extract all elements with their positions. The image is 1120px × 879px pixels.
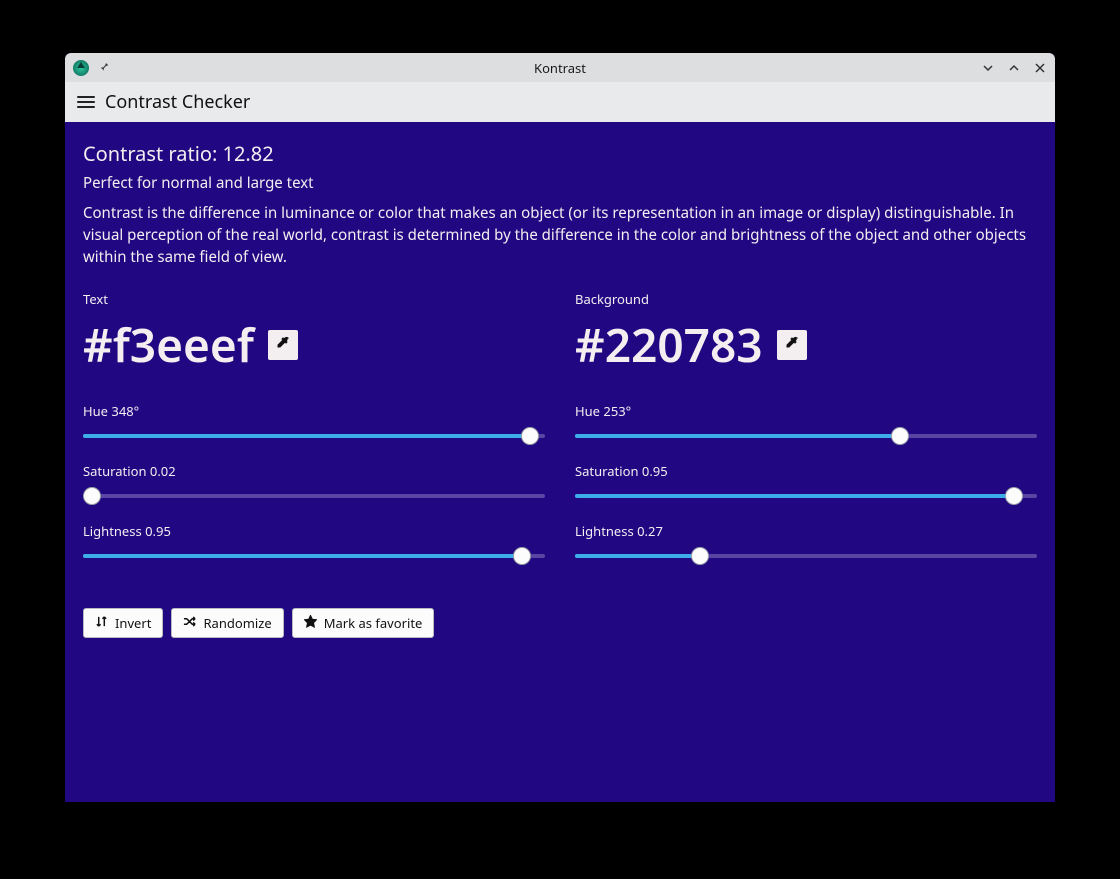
background-color-picker-button[interactable] — [777, 330, 807, 360]
text-color-panel: Text #f3eeef Hue 348° Satu — [83, 290, 545, 582]
contrast-verdict: Perfect for normal and large text — [83, 173, 1037, 193]
bg-lightness-group: Lightness 0.27 — [575, 522, 1037, 564]
text-color-hex[interactable]: #f3eeef — [83, 314, 254, 376]
randomize-label: Randomize — [203, 614, 271, 632]
invert-button[interactable]: Invert — [83, 608, 163, 638]
eyedropper-icon — [275, 334, 291, 356]
text-hue-label: Hue 348° — [83, 402, 545, 420]
app-icon — [73, 60, 89, 76]
contrast-description: Contrast is the difference in luminance … — [83, 203, 1037, 268]
shuffle-icon — [183, 614, 196, 632]
star-icon — [304, 614, 317, 632]
background-color-panel: Background #220783 Hue 253° — [575, 290, 1037, 582]
text-saturation-slider[interactable] — [83, 488, 545, 504]
contrast-ratio: Contrast ratio: 12.82 — [83, 140, 1037, 167]
bg-hue-group: Hue 253° — [575, 402, 1037, 444]
text-lightness-slider[interactable] — [83, 548, 545, 564]
text-saturation-group: Saturation 0.02 — [83, 462, 545, 504]
page-title: Contrast Checker — [105, 90, 250, 114]
close-icon[interactable] — [1033, 57, 1047, 79]
text-hue-slider[interactable] — [83, 428, 545, 444]
swap-icon — [95, 614, 108, 632]
minimize-icon[interactable] — [981, 57, 995, 79]
contrast-ratio-label: Contrast ratio: — [83, 140, 223, 167]
background-color-hex[interactable]: #220783 — [575, 314, 763, 376]
toolbar: Contrast Checker — [65, 82, 1055, 122]
titlebar[interactable]: Kontrast — [65, 53, 1055, 82]
favorite-label: Mark as favorite — [324, 614, 423, 632]
bg-lightness-slider[interactable] — [575, 548, 1037, 564]
text-color-picker-button[interactable] — [268, 330, 298, 360]
text-color-label: Text — [83, 290, 545, 308]
text-lightness-label: Lightness 0.95 — [83, 522, 545, 540]
content-area: Contrast ratio: 12.82 Perfect for normal… — [65, 122, 1055, 802]
bg-hue-slider[interactable] — [575, 428, 1037, 444]
bg-lightness-label: Lightness 0.27 — [575, 522, 1037, 540]
randomize-button[interactable]: Randomize — [171, 608, 283, 638]
bg-saturation-slider[interactable] — [575, 488, 1037, 504]
bg-saturation-label: Saturation 0.95 — [575, 462, 1037, 480]
eyedropper-icon — [784, 334, 800, 356]
contrast-ratio-value: 12.82 — [223, 140, 274, 167]
pin-icon[interactable] — [97, 59, 109, 76]
window-title: Kontrast — [65, 59, 1055, 77]
menu-icon[interactable] — [77, 96, 95, 108]
action-bar: Invert Randomize Mark as favorite — [83, 608, 1037, 638]
text-hue-group: Hue 348° — [83, 402, 545, 444]
favorite-button[interactable]: Mark as favorite — [292, 608, 435, 638]
text-saturation-label: Saturation 0.02 — [83, 462, 545, 480]
bg-saturation-group: Saturation 0.95 — [575, 462, 1037, 504]
invert-label: Invert — [115, 614, 151, 632]
app-window: Kontrast Contrast Checker Contrast ratio… — [65, 53, 1055, 802]
background-color-label: Background — [575, 290, 1037, 308]
bg-hue-label: Hue 253° — [575, 402, 1037, 420]
maximize-icon[interactable] — [1007, 57, 1021, 79]
text-lightness-group: Lightness 0.95 — [83, 522, 545, 564]
